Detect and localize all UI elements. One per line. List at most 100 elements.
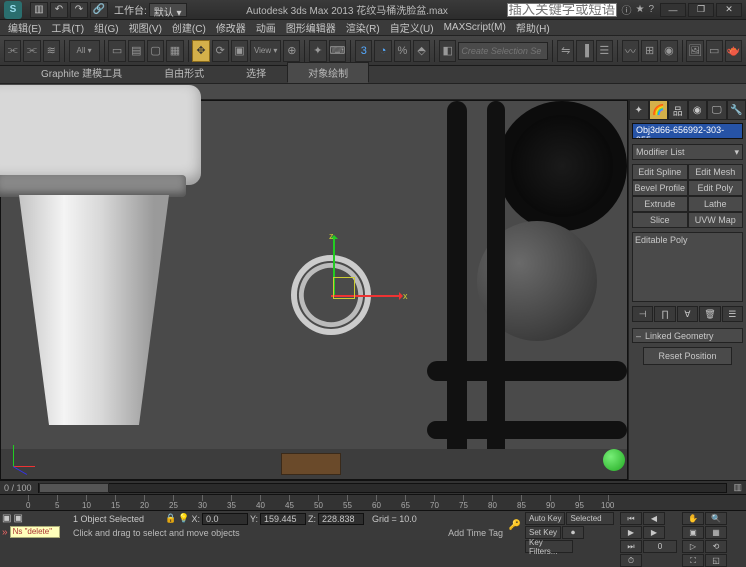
menu-help[interactable]: 帮助(H) — [512, 19, 554, 36]
tab-modify-icon[interactable]: 🌈 — [649, 100, 669, 120]
menu-edit[interactable]: 编辑(E) — [4, 19, 45, 36]
pivot-icon[interactable]: ⊕ — [283, 40, 300, 62]
menu-customize[interactable]: 自定义(U) — [386, 19, 438, 36]
tab-display-icon[interactable]: 🖵 — [707, 100, 727, 120]
mod-uvwmap[interactable]: UVW Map — [688, 212, 744, 228]
help-search-input[interactable] — [507, 3, 617, 17]
mirror-icon[interactable]: ⇋ — [557, 40, 574, 62]
zoom-extents-icon[interactable]: ▣ — [682, 526, 704, 539]
mod-lathe[interactable]: Lathe — [688, 196, 744, 212]
angle-snap-icon[interactable]: ◔ — [374, 40, 391, 62]
maximize-vp-icon[interactable]: ⛶ — [682, 554, 704, 567]
zoom-all-icon[interactable]: ▦ — [705, 526, 727, 539]
show-end-icon[interactable]: ∏ — [654, 306, 675, 322]
percent-snap-icon[interactable]: % — [394, 40, 411, 62]
remove-mod-icon[interactable]: 🗑 — [699, 306, 720, 322]
spinner-snap-icon[interactable]: ⬘ — [413, 40, 430, 62]
menu-group[interactable]: 组(G) — [90, 19, 122, 36]
menu-rendering[interactable]: 渲染(R) — [342, 19, 384, 36]
fov-icon[interactable]: ▷ — [682, 540, 704, 553]
min-max-icon[interactable]: ◱ — [705, 554, 727, 567]
pan-icon[interactable]: ✋ — [682, 512, 704, 525]
mod-bevelprofile[interactable]: Bevel Profile — [632, 180, 688, 196]
star-icon[interactable]: ★ — [635, 4, 644, 15]
refcoord-icon[interactable]: View ▾ — [250, 40, 281, 62]
unlink-icon[interactable]: ⫘ — [23, 40, 40, 62]
mod-slice[interactable]: Slice — [632, 212, 688, 228]
tab-motion-icon[interactable]: ◉ — [688, 100, 708, 120]
snap-icon[interactable]: 3 — [355, 40, 372, 62]
qat-new-icon[interactable]: ▥ — [30, 2, 48, 18]
coord-y-field[interactable]: 159.445 — [260, 513, 306, 525]
qat-redo-icon[interactable]: ↷ — [70, 2, 88, 18]
maxscript-toggle2-icon[interactable]: ▣ — [13, 513, 22, 524]
isolate-icon[interactable]: 💡 — [178, 513, 189, 524]
mod-editmesh[interactable]: Edit Mesh — [688, 164, 744, 180]
mod-editspline[interactable]: Edit Spline — [632, 164, 688, 180]
render-icon[interactable]: 🫖 — [725, 40, 742, 62]
timeline-nav-icon[interactable]: ▥ — [733, 482, 742, 493]
menu-maxscript[interactable]: MAXScript(M) — [440, 21, 510, 34]
modifier-list-dropdown[interactable]: Modifier List▾ — [632, 144, 743, 160]
qat-link-icon[interactable]: 🔗 — [90, 2, 108, 18]
reset-position-button[interactable]: Reset Position — [643, 347, 732, 365]
goto-start-icon[interactable]: ⏮ — [620, 512, 642, 525]
tab-create-icon[interactable]: ✦ — [629, 100, 649, 120]
minimize-button[interactable]: — — [660, 3, 686, 17]
zoom-icon[interactable]: 🔍 — [705, 512, 727, 525]
keymode-icon[interactable]: ⌨ — [329, 40, 347, 62]
help-icon[interactable]: ? — [648, 4, 654, 15]
viewport[interactable]: [ ][-][ Smooth + Highlights + HW ] — [0, 100, 628, 480]
time-ruler[interactable]: 0 5 10 15 20 25 30 35 40 45 50 55 60 65 … — [0, 494, 746, 510]
maxscript-listener[interactable]: Ns "delete" — [10, 526, 60, 538]
tab-utilities-icon[interactable]: 🔧 — [727, 100, 746, 120]
material-editor-icon[interactable]: ◉ — [660, 40, 677, 62]
goto-end-icon[interactable]: ⏭ — [620, 540, 642, 553]
select-scale-icon[interactable]: ▣ — [231, 40, 248, 62]
gizmo-xy-plane[interactable] — [333, 277, 355, 299]
link-icon[interactable]: ⫘ — [4, 40, 21, 62]
next-frame-icon[interactable]: ▶ — [643, 526, 665, 539]
viewport-indicator-icon[interactable] — [603, 449, 625, 471]
tab-graphite[interactable]: Graphite 建模工具 — [20, 62, 143, 83]
stack-item[interactable]: Editable Poly — [635, 235, 688, 245]
menu-modifiers[interactable]: 修改器 — [212, 19, 250, 36]
layers-icon[interactable]: ☰ — [596, 40, 613, 62]
rollout-linked-geometry[interactable]: –Linked Geometry — [632, 328, 743, 343]
keyfilters-button[interactable]: Key Filters... — [525, 540, 573, 553]
render-setup-icon[interactable]: 🖼 — [686, 40, 703, 62]
named-selection-input[interactable] — [458, 42, 548, 60]
select-rotate-icon[interactable]: ⟳ — [212, 40, 229, 62]
coord-z-field[interactable]: 228.838 — [318, 513, 364, 525]
workspace-selector[interactable]: 默认 ▾ — [149, 3, 187, 17]
coord-x-field[interactable]: 0.0 — [202, 513, 248, 525]
tab-freeform[interactable]: 自由形式 — [143, 62, 225, 83]
menu-create[interactable]: 创建(C) — [168, 19, 210, 36]
mod-extrude[interactable]: Extrude — [632, 196, 688, 212]
key-target-dropdown[interactable]: Selected — [566, 512, 614, 525]
render-frame-icon[interactable]: ▭ — [706, 40, 723, 62]
move-gizmo[interactable]: z x — [291, 245, 401, 355]
select-icon[interactable]: ▭ — [108, 40, 125, 62]
orbit-icon[interactable]: ⟲ — [705, 540, 727, 553]
menu-grapheditors[interactable]: 图形编辑器 — [282, 19, 340, 36]
time-lock-icon[interactable]: 🔑 — [509, 520, 521, 531]
add-time-tag[interactable]: Add Time Tag — [448, 528, 503, 538]
modifier-stack[interactable]: Editable Poly — [632, 232, 743, 302]
pin-stack-icon[interactable]: ⊣ — [632, 306, 653, 322]
window-crossing-icon[interactable]: ▦ — [166, 40, 183, 62]
configure-icon[interactable]: ☰ — [722, 306, 743, 322]
align-icon[interactable]: ▐ — [576, 40, 593, 62]
bind-icon[interactable]: ≋ — [43, 40, 60, 62]
select-move-icon[interactable]: ✥ — [192, 40, 209, 62]
maximize-button[interactable]: ❐ — [688, 3, 714, 17]
frame-field[interactable]: 0 — [643, 540, 677, 553]
selfilter-all[interactable]: All ▾ — [69, 40, 100, 62]
time-slider-handle[interactable] — [39, 483, 109, 493]
select-region-icon[interactable]: ▢ — [147, 40, 164, 62]
play-icon[interactable]: ▶ — [620, 526, 642, 539]
time-config-icon[interactable]: ⏱ — [620, 554, 642, 567]
infocenter-icon[interactable]: ⓘ — [621, 2, 631, 17]
tab-hierarchy-icon[interactable]: 品 — [668, 100, 688, 120]
object-name-field[interactable]: Obj3d66-656992-303-955 — [632, 123, 743, 139]
